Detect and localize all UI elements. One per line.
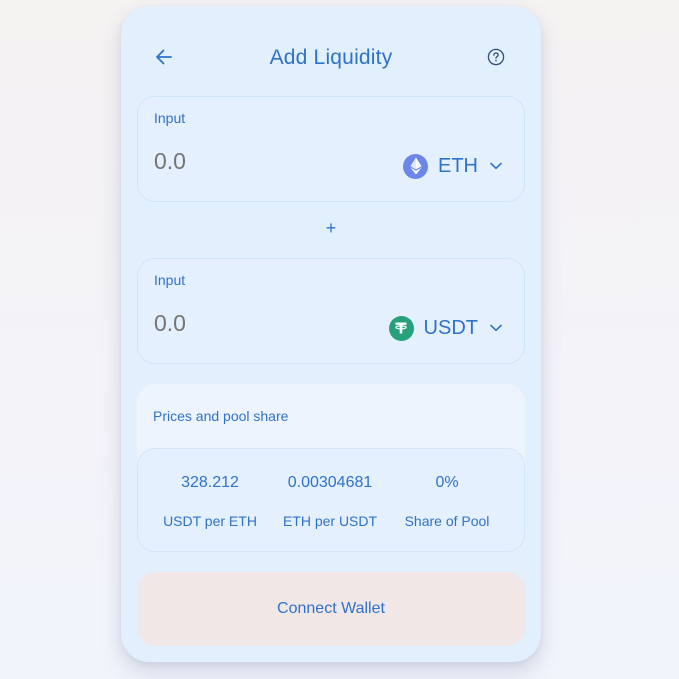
prices-pool-share-section: Prices and pool share 328.212 USDT per E… bbox=[137, 384, 525, 552]
stat-value: 0% bbox=[435, 474, 459, 491]
prices-title: Prices and pool share bbox=[153, 408, 289, 424]
stat-label: USDT per ETH bbox=[163, 513, 257, 529]
eth-amount-input[interactable] bbox=[154, 148, 334, 175]
input-label: Input bbox=[154, 272, 186, 288]
question-circle-icon bbox=[487, 48, 505, 66]
chevron-down-icon bbox=[490, 162, 502, 170]
help-button[interactable] bbox=[485, 46, 507, 68]
ethereum-icon bbox=[403, 153, 428, 179]
chevron-down-icon bbox=[490, 324, 502, 332]
input-panel-eth: Input ETH bbox=[137, 96, 525, 202]
plus-icon: + bbox=[325, 218, 337, 238]
stat-label: Share of Pool bbox=[404, 513, 490, 529]
stat-label: ETH per USDT bbox=[282, 513, 378, 529]
input-label: Input bbox=[154, 110, 186, 126]
pool-stats: 328.212 USDT per ETH 0.00304681 ETH per … bbox=[137, 448, 525, 552]
input-panel-usdt: Input USDT bbox=[137, 258, 525, 364]
token-symbol-usdt: USDT bbox=[423, 316, 478, 339]
token-symbol-eth: ETH bbox=[438, 154, 478, 177]
stat-value: 0.00304681 bbox=[287, 474, 373, 491]
connect-wallet-button[interactable]: Connect Wallet bbox=[137, 572, 525, 646]
stat-value: 328.212 bbox=[181, 474, 239, 491]
usdt-token-selector[interactable]: USDT bbox=[388, 313, 502, 343]
eth-token-selector[interactable]: ETH bbox=[403, 151, 502, 181]
usdt-amount-input[interactable] bbox=[154, 310, 334, 337]
page-title: Add Liquidity bbox=[269, 46, 393, 69]
add-liquidity-card: Add Liquidity Input ETH + bbox=[121, 6, 541, 662]
tether-icon bbox=[388, 315, 414, 341]
